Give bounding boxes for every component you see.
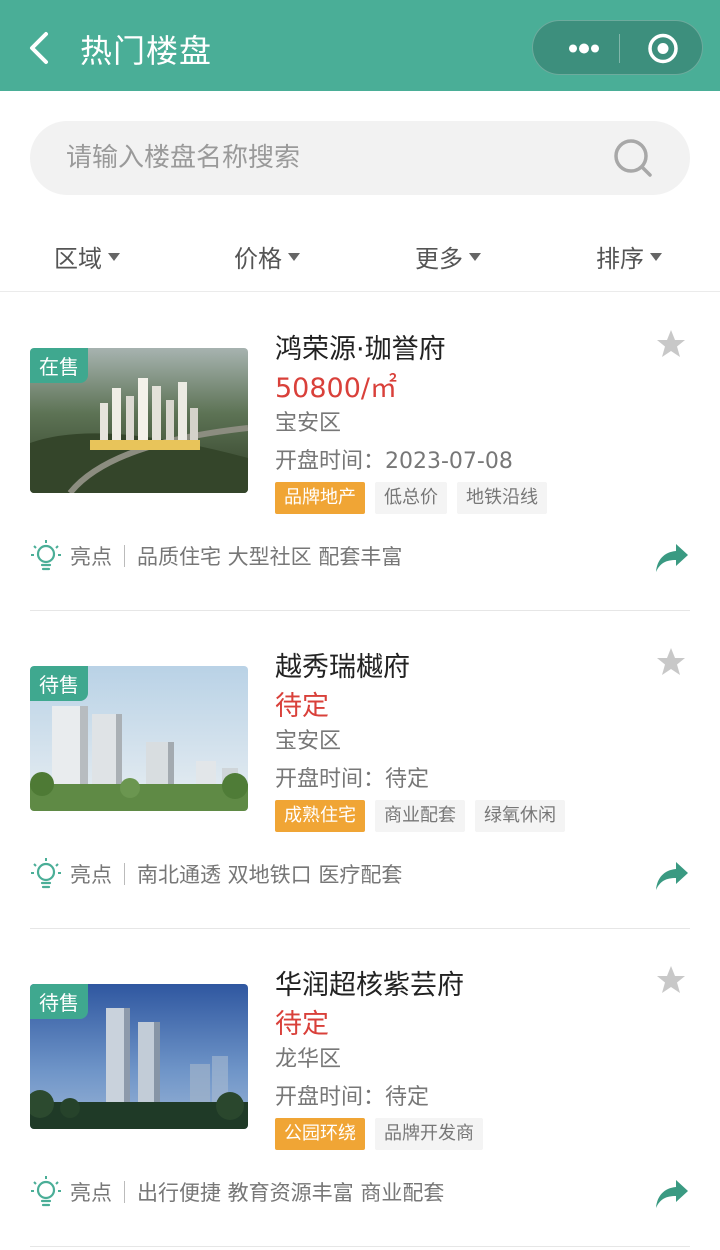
favorite-button[interactable]: [654, 327, 688, 361]
tag: 商业配套: [375, 800, 465, 832]
filter-label: 排序: [596, 244, 644, 273]
highlight-label: 亮点: [70, 863, 112, 887]
listing-open-time: 开盘时间：2023-07-08: [275, 449, 513, 474]
caret-down-icon: [469, 253, 481, 261]
caret-down-icon: [288, 253, 300, 261]
filter-label: 价格: [234, 244, 282, 273]
listing-tags: 品牌地产 低总价 地铁沿线: [275, 482, 547, 514]
search-icon: [614, 139, 652, 177]
caret-down-icon: [650, 253, 662, 261]
listing-open-time: 开盘时间：待定: [275, 767, 430, 792]
listing-name[interactable]: 越秀瑞樾府: [275, 645, 410, 684]
target-circle-icon: [648, 33, 678, 64]
more-dots-icon: [569, 43, 599, 54]
listing-name[interactable]: 鸿荣源·珈誉府: [275, 327, 446, 366]
filter-sort[interactable]: 排序: [596, 236, 662, 276]
title-bar: 热门楼盘: [0, 0, 720, 91]
search-button[interactable]: [612, 137, 656, 181]
close-button[interactable]: [633, 21, 697, 76]
capsule-divider: [619, 34, 620, 63]
share-button[interactable]: [654, 860, 690, 892]
highlight-text: 出行便捷 教育资源丰富 商业配套: [137, 1181, 445, 1205]
share-arrow-icon: [656, 1180, 688, 1208]
share-button[interactable]: [654, 542, 690, 574]
listing-card[interactable]: 待售 越秀瑞樾府 待定 宝安区 开盘时间：待定 成熟住宅 商业配套 绿氧休闲 亮…: [30, 611, 690, 929]
search-input[interactable]: [66, 121, 606, 195]
tag: 绿氧休闲: [475, 800, 565, 832]
share-button[interactable]: [654, 1178, 690, 1210]
chevron-left-icon: [30, 32, 48, 64]
share-arrow-icon: [656, 862, 688, 890]
listing-tags: 成熟住宅 商业配套 绿氧休闲: [275, 800, 565, 832]
status-badge: 待售: [30, 666, 88, 701]
tag: 公园环绕: [275, 1118, 365, 1150]
star-icon: [657, 330, 685, 357]
caret-down-icon: [108, 253, 120, 261]
listing-highlights: 亮点 品质住宅 大型社区 配套丰富: [30, 537, 402, 575]
listing-card[interactable]: 待售 华润超核紫芸府 待定 龙华区 开盘时间：待定 公园环绕 品牌开发商 亮点 …: [30, 929, 690, 1247]
filter-bar: 区域 价格 更多 排序: [0, 222, 720, 292]
listing-tags: 公园环绕 品牌开发商: [275, 1118, 483, 1150]
listing-district: 宝安区: [275, 729, 342, 754]
status-badge: 在售: [30, 348, 88, 383]
tag: 地铁沿线: [457, 482, 547, 514]
listing-photo[interactable]: 在售: [30, 348, 248, 493]
more-button[interactable]: [551, 21, 617, 76]
tag: 品牌开发商: [375, 1118, 483, 1150]
share-arrow-icon: [656, 544, 688, 572]
filter-label: 更多: [415, 244, 463, 273]
tag: 成熟住宅: [275, 800, 365, 832]
divider: [124, 545, 125, 567]
divider: [124, 1181, 125, 1203]
filter-region[interactable]: 区域: [54, 236, 120, 276]
highlight-text: 品质住宅 大型社区 配套丰富: [137, 545, 403, 569]
lightbulb-icon: [31, 1176, 61, 1207]
listing-price: 待定: [275, 1009, 329, 1040]
lightbulb-icon: [31, 858, 61, 889]
lightbulb-icon: [31, 540, 61, 571]
mini-program-capsule: [532, 20, 703, 75]
highlight-label: 亮点: [70, 1181, 112, 1205]
listing-price: 待定: [275, 691, 329, 722]
filter-more[interactable]: 更多: [415, 236, 481, 276]
listing-photo[interactable]: 待售: [30, 984, 248, 1129]
listing-district: 宝安区: [275, 411, 342, 436]
listing-district: 龙华区: [275, 1047, 342, 1072]
divider: [124, 863, 125, 885]
listing-open-time: 开盘时间：待定: [275, 1085, 430, 1110]
filter-label: 区域: [54, 244, 102, 273]
listing-price: 50800/㎡: [275, 373, 397, 404]
listing-highlights: 亮点 南北通透 双地铁口 医疗配套: [30, 855, 402, 893]
star-icon: [657, 648, 685, 675]
listing-photo[interactable]: 待售: [30, 666, 248, 811]
tag: 品牌地产: [275, 482, 365, 514]
tag: 低总价: [375, 482, 447, 514]
back-button[interactable]: [22, 22, 62, 74]
star-icon: [657, 966, 685, 993]
filter-price[interactable]: 价格: [234, 236, 300, 276]
favorite-button[interactable]: [654, 645, 688, 679]
status-badge: 待售: [30, 984, 88, 1019]
listing-name[interactable]: 华润超核紫芸府: [275, 963, 464, 1002]
favorite-button[interactable]: [654, 963, 688, 997]
listing-highlights: 亮点 出行便捷 教育资源丰富 商业配套: [30, 1173, 444, 1211]
page-title: 热门楼盘: [80, 32, 213, 70]
highlight-label: 亮点: [70, 545, 112, 569]
listing-card[interactable]: 在售 鸿荣源·珈誉府 50800/㎡ 宝安区 开盘时间：2023-07-08 品…: [30, 293, 690, 611]
highlight-text: 南北通透 双地铁口 医疗配套: [137, 863, 403, 887]
search-bar: [30, 121, 690, 195]
